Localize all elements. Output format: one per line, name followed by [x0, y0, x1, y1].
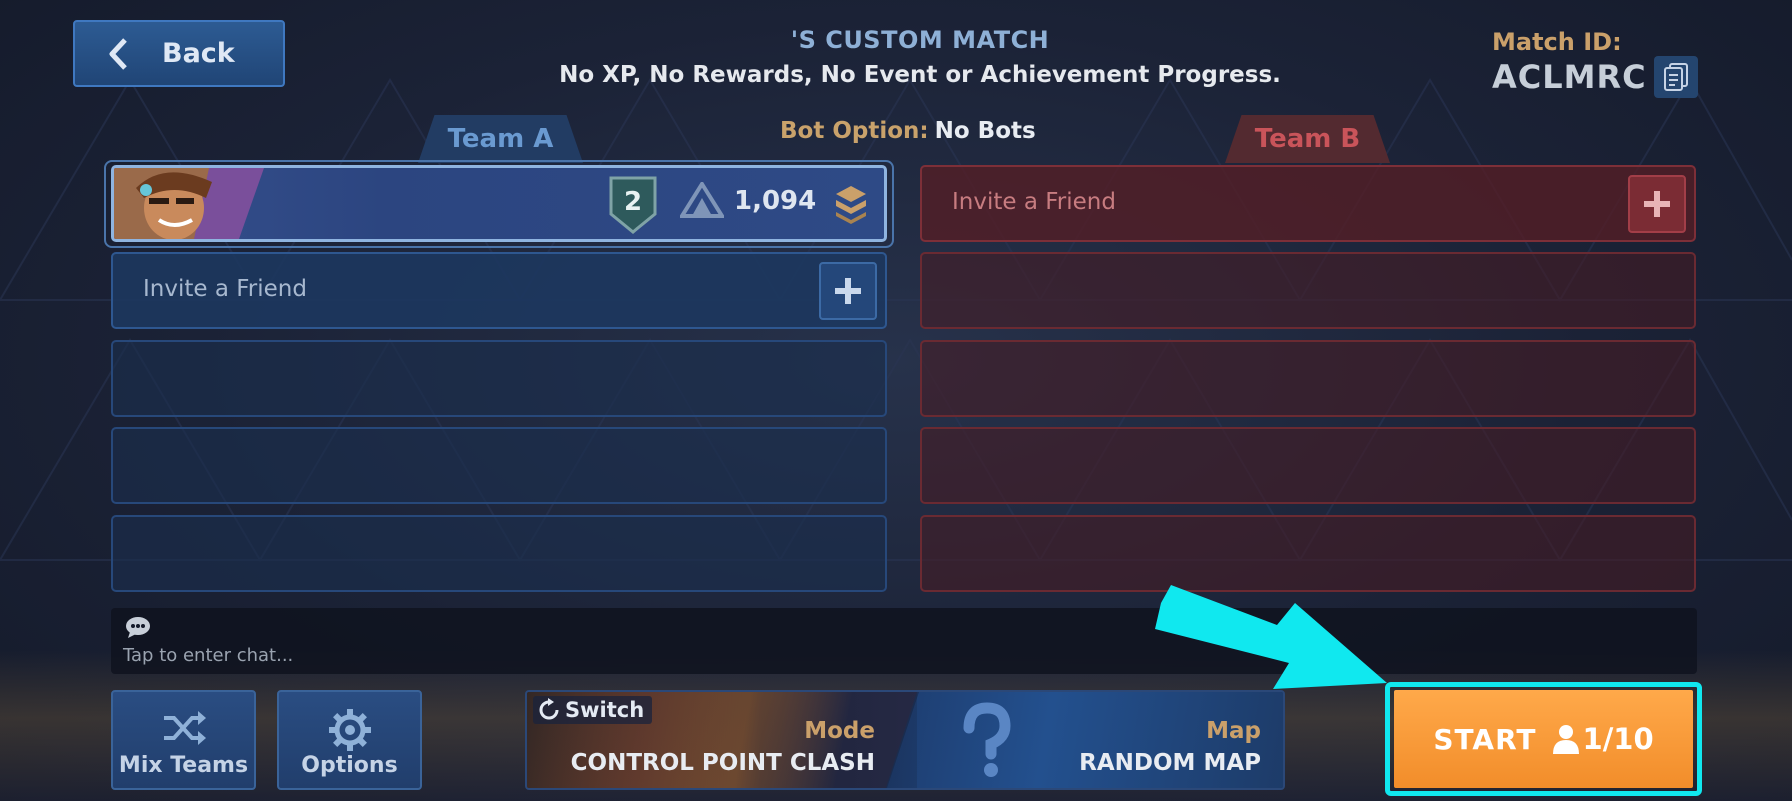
person-icon [1552, 725, 1579, 754]
copy-match-id-button[interactable] [1654, 56, 1698, 98]
switch-icon [539, 698, 559, 720]
tier-icon [836, 186, 866, 224]
rank-badge-icon: 2 [609, 176, 657, 234]
options-label: Options [301, 753, 398, 778]
team-b-empty-slot [920, 515, 1696, 592]
rating-icon [680, 182, 724, 218]
team-b-empty-slot [920, 252, 1696, 329]
team-b-invite-slot[interactable]: Invite a Friend [920, 165, 1696, 242]
team-a-empty-slot [111, 515, 887, 592]
mix-teams-label: Mix Teams [118, 753, 249, 778]
start-button[interactable]: START 1/10 [1394, 690, 1693, 788]
team-b-empty-slot [920, 340, 1696, 417]
match-id-label: Match ID: [1492, 28, 1622, 56]
invite-friend-button[interactable] [1628, 175, 1686, 233]
player-rating: 1,094 [734, 186, 817, 216]
mix-teams-button[interactable]: Mix Teams [111, 690, 256, 790]
team-b-empty-slot [920, 427, 1696, 504]
bot-option-label: Bot Option: [780, 118, 929, 144]
match-id-value: ACLMRC [1492, 58, 1647, 96]
back-label: Back [162, 38, 235, 69]
chat-icon [126, 617, 150, 638]
map-value: RANDOM MAP [1079, 750, 1261, 776]
invite-friend-label: Invite a Friend [952, 189, 1116, 215]
team-a-empty-slot [111, 427, 887, 504]
mode-value: CONTROL POINT CLASH [570, 750, 875, 776]
invite-friend-label: Invite a Friend [143, 276, 307, 302]
chevron-left-icon [109, 37, 127, 70]
arrow-annotation [1155, 585, 1387, 689]
options-button[interactable]: Options [277, 690, 422, 790]
team-a-invite-slot[interactable]: Invite a Friend [111, 252, 887, 329]
map-label: Map [1206, 718, 1261, 744]
shuffle-icon [163, 711, 206, 745]
avatar [114, 168, 264, 239]
page-subtitle: No XP, No Rewards, No Event or Achieveme… [559, 62, 1281, 88]
team-a-empty-slot [111, 340, 887, 417]
switch-label: Switch [565, 698, 645, 722]
back-button[interactable]: Back [73, 20, 285, 87]
bot-option: Bot Option: No Bots [780, 118, 1036, 144]
bot-option-value: No Bots [934, 118, 1036, 144]
start-label: START [1433, 722, 1537, 756]
tab-team-a: Team A [418, 115, 583, 163]
plus-icon [835, 278, 861, 304]
player-slot[interactable]: 2 1,094 [111, 165, 887, 242]
plus-icon [1644, 191, 1670, 217]
mode-label: Mode [804, 718, 875, 744]
chat-placeholder: Tap to enter chat... [123, 645, 294, 666]
copy-icon [1664, 63, 1688, 91]
page-title: 'S CUSTOM MATCH [790, 26, 1050, 54]
player-count: 1/10 [1582, 722, 1654, 756]
gear-icon [328, 709, 371, 751]
mode-map-selector[interactable]: Switch Mode CONTROL POINT CLASH Map RAND… [525, 690, 1285, 790]
switch-button[interactable]: Switch [533, 696, 653, 724]
invite-friend-button[interactable] [819, 262, 877, 320]
rank-number: 2 [624, 187, 642, 217]
tab-team-b: Team B [1225, 115, 1390, 163]
question-mark-icon [963, 702, 1011, 777]
chat-input[interactable]: Tap to enter chat... [111, 608, 1697, 674]
